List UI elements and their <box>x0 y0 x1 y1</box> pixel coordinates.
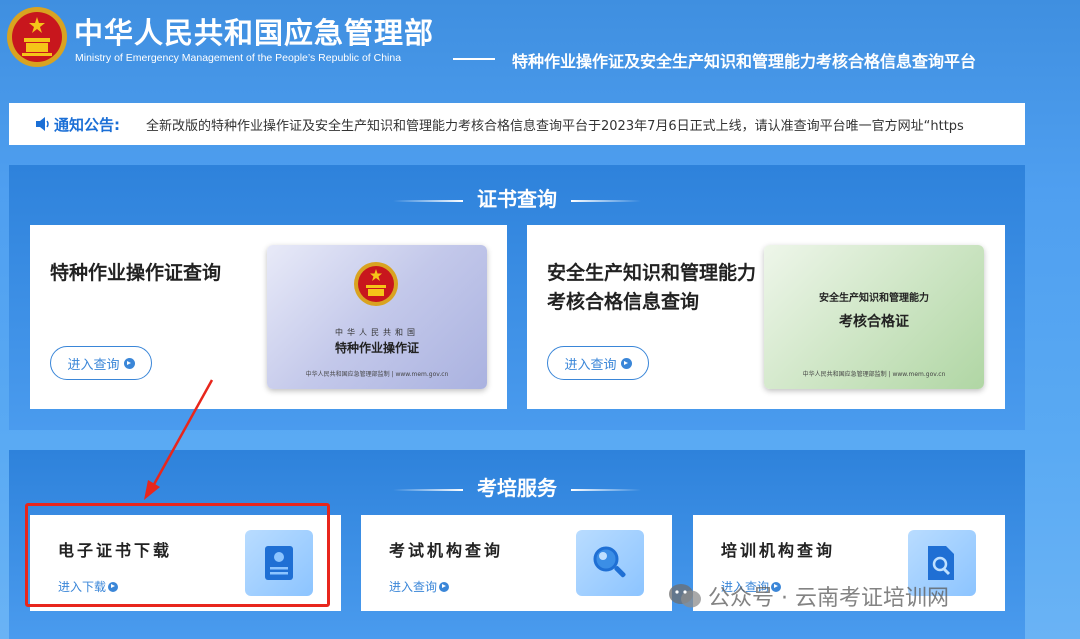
exam-institution-query-card[interactable]: 考试机构查询 进入查询 <box>361 515 672 611</box>
notice-label: 通知公告: <box>54 115 120 134</box>
header: 中华人民共和国应急管理部 Ministry of Emergency Manag… <box>0 0 1080 95</box>
header-divider <box>453 58 495 60</box>
arrow-circle-icon <box>123 357 135 369</box>
wechat-watermark: 公众号 · 云南考证培训网 <box>668 580 949 612</box>
emblem-icon <box>354 262 398 306</box>
title-deco-right <box>571 488 641 491</box>
wechat-icon <box>669 584 701 608</box>
service-title: 考培服务 <box>477 476 557 500</box>
service-card-title: 考试机构查询 <box>389 541 504 560</box>
cert-card-title: 特种作业操作证查询 <box>50 262 222 284</box>
cert-card-title-line1: 安全生产知识和管理能力 <box>547 262 757 284</box>
cert-top-text: 安全生产知识和管理能力 <box>819 293 929 304</box>
enter-query-button[interactable]: 进入查询 <box>50 346 152 380</box>
service-card-title: 培训机构查询 <box>721 541 836 560</box>
cert-footer-text: 中华人民共和国应急管理部监制 | www.mem.gov.cn <box>305 371 449 378</box>
speaker-icon <box>36 117 49 131</box>
enter-query-label: 进入查询 <box>389 580 438 594</box>
cert-card-title: 安全生产知识和管理能力 考核合格信息查询 <box>547 259 756 317</box>
safety-knowledge-cert-card[interactable]: 安全生产知识和管理能力 考核合格信息查询 进入查询 安全生产知识和管理能力 考核… <box>527 225 1005 409</box>
national-emblem-icon <box>7 7 67 67</box>
notice-text[interactable]: 全新改版的特种作业操作证及安全生产知识和管理能力考核合格信息查询平台于2023年… <box>146 115 996 134</box>
cert-query-title-wrap: 证书查询 <box>9 183 1025 212</box>
cert-footer-text: 中华人民共和国应急管理部监制 | www.mem.gov.cn <box>802 371 946 378</box>
watermark-text: 公众号 · 云南考证培训网 <box>708 586 949 611</box>
title-deco-left <box>393 199 463 202</box>
magnifier-icon <box>576 530 644 596</box>
enter-query-button[interactable]: 进入查询 <box>547 346 649 380</box>
arrow-circle-icon <box>439 581 450 592</box>
special-operation-cert-card[interactable]: 特种作业操作证查询 进入查询 中华人民共和国 特种作业操作证 中华人民共和国应急… <box>30 225 507 409</box>
title-deco-right <box>571 199 641 202</box>
notice-bar: 通知公告: 全新改版的特种作业操作证及安全生产知识和管理能力考核合格信息查询平台… <box>9 103 1025 145</box>
service-title-wrap: 考培服务 <box>9 472 1025 501</box>
red-highlight-box <box>25 503 330 607</box>
enter-query-link[interactable]: 进入查询 <box>389 578 450 595</box>
safety-knowledge-cert-image: 安全生产知识和管理能力 考核合格证 中华人民共和国应急管理部监制 | www.m… <box>764 245 984 389</box>
cert-name-text: 考核合格证 <box>839 314 909 330</box>
enter-query-label: 进入查询 <box>564 357 617 373</box>
arrow-circle-icon <box>620 357 632 369</box>
cert-country-text: 中华人民共和国 <box>335 328 419 337</box>
ministry-name-cn: 中华人民共和国应急管理部 <box>74 16 435 50</box>
title-deco-left <box>393 488 463 491</box>
enter-query-label: 进入查询 <box>67 357 120 373</box>
ministry-name-en: Ministry of Emergency Management of the … <box>75 52 402 64</box>
special-operation-cert-image: 中华人民共和国 特种作业操作证 中华人民共和国应急管理部监制 | www.mem… <box>267 245 487 389</box>
platform-title: 特种作业操作证及安全生产知识和管理能力考核合格信息查询平台 <box>512 52 977 71</box>
cert-name-text: 特种作业操作证 <box>334 341 419 355</box>
cert-query-title: 证书查询 <box>477 187 557 211</box>
cert-card-title-line2: 考核合格信息查询 <box>547 291 700 313</box>
